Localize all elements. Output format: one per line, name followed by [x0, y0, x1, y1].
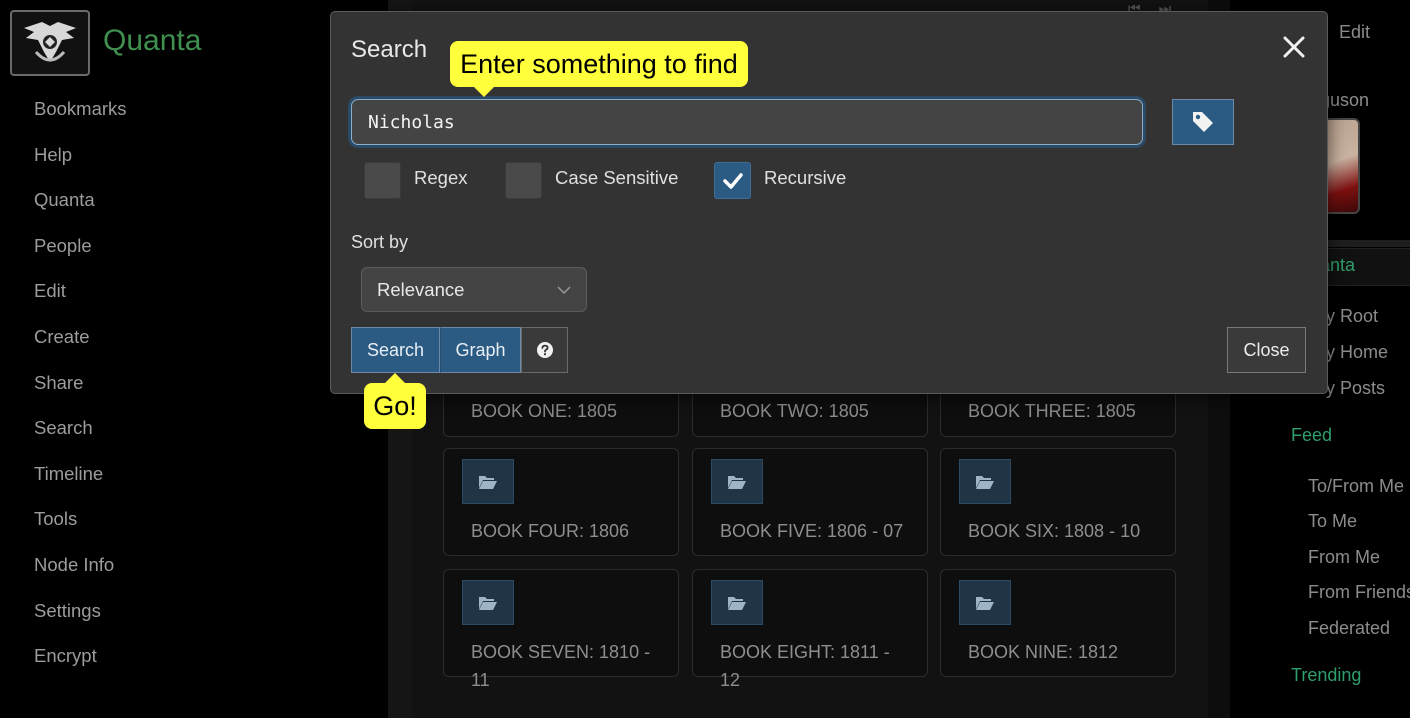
main-menu: Bookmarks Help Quanta People Edit Create Share… [34, 95, 127, 688]
folder-card[interactable]: BOOK EIGHT: 1811 - 12 [692, 569, 928, 690]
case-sensitive-label[interactable]: Case Sensitive [555, 167, 678, 189]
sort-by-select[interactable]: Relevance [361, 267, 587, 312]
folder-card-title: BOOK SEVEN: 1810 - 11 [471, 642, 651, 690]
recursive-checkbox[interactable] [714, 162, 751, 199]
tooltip-arrow [474, 87, 494, 97]
menu-item-create[interactable]: Create [34, 323, 127, 369]
menu-item-people[interactable]: People [34, 232, 127, 278]
folder-card[interactable]: BOOK FIVE: 1806 - 07 [692, 448, 928, 556]
menu-item-tools[interactable]: Tools [34, 505, 127, 551]
menu-item-bookmarks[interactable]: Bookmarks [34, 95, 127, 141]
menu-item-search[interactable]: Search [34, 414, 127, 460]
close-button[interactable]: Close [1227, 327, 1306, 373]
folder-card[interactable]: BOOK SIX: 1808 - 10 [940, 448, 1176, 556]
search-button[interactable]: Search [351, 327, 440, 373]
folder-card-title: BOOK FOUR: 1806 [471, 521, 630, 541]
chevron-down-icon [557, 285, 571, 294]
edit-profile-link[interactable]: Edit [1339, 22, 1370, 43]
find-tooltip-text: Enter something to find [460, 48, 738, 79]
open-folder-button[interactable] [462, 580, 514, 625]
open-folder-button[interactable] [959, 459, 1011, 504]
eagle-logo-icon [24, 22, 76, 62]
menu-item-share[interactable]: Share [34, 369, 127, 415]
folder-card-title: BOOK EIGHT: 1811 - 12 [720, 642, 890, 690]
folder-card[interactable]: BOOK SEVEN: 1810 - 11 [443, 569, 679, 690]
sort-by-label: Sort by [351, 232, 409, 252]
my-root-link[interactable]: y Root [1326, 306, 1378, 327]
my-posts-link[interactable]: y Posts [1326, 378, 1385, 399]
feed-federated-link[interactable]: Federated [1308, 618, 1390, 639]
search-actions: Search Graph [351, 327, 568, 373]
folder-card-title: BOOK TWO: 1805 [720, 401, 869, 421]
find-tooltip: Enter something to find [450, 41, 748, 97]
open-folder-button[interactable] [711, 459, 763, 504]
folder-card-title: BOOK FIVE: 1806 - 07 [720, 521, 904, 541]
question-circle-icon [536, 342, 553, 358]
go-tooltip: Go! [364, 373, 426, 429]
sort-by-value: Relevance [377, 278, 465, 300]
recursive-label[interactable]: Recursive [764, 167, 846, 189]
dialog-title: Search [351, 36, 428, 63]
close-icon[interactable] [1279, 32, 1309, 62]
open-folder-button[interactable] [711, 580, 763, 625]
feed-from-friends-link[interactable]: From Friends [1308, 582, 1410, 603]
folder-card-title: BOOK THREE: 1805 [968, 401, 1136, 421]
tooltip-arrow [385, 373, 405, 383]
menu-item-quanta[interactable]: Quanta [34, 186, 127, 232]
help-button[interactable] [521, 327, 568, 373]
menu-item-timeline[interactable]: Timeline [34, 460, 127, 506]
go-tooltip-text: Go! [373, 390, 417, 421]
folder-card[interactable]: BOOK FOUR: 1806 [443, 448, 679, 556]
checkmark-icon [722, 172, 743, 189]
feed-to-me-link[interactable]: To Me [1308, 511, 1357, 532]
menu-item-encrypt[interactable]: Encrypt [34, 642, 127, 688]
app-logo[interactable] [10, 10, 90, 76]
feed-heading[interactable]: Feed [1291, 425, 1332, 446]
folder-card[interactable]: BOOK NINE: 1812 [940, 569, 1176, 677]
feed-from-me-link[interactable]: From Me [1308, 547, 1380, 568]
menu-item-settings[interactable]: Settings [34, 597, 127, 643]
feed-to-from-me-link[interactable]: To/From Me [1308, 476, 1404, 497]
menu-item-node-info[interactable]: Node Info [34, 551, 127, 597]
search-input[interactable] [351, 99, 1143, 145]
my-home-link[interactable]: y Home [1326, 342, 1388, 363]
folder-card-title: BOOK ONE: 1805 [471, 401, 618, 421]
regex-checkbox[interactable] [364, 162, 401, 199]
open-folder-button[interactable] [959, 580, 1011, 625]
folder-card-title: BOOK SIX: 1808 - 10 [968, 521, 1141, 541]
folder-open-icon [976, 596, 994, 610]
menu-item-edit[interactable]: Edit [34, 277, 127, 323]
tag-icon [1193, 112, 1213, 132]
folder-open-icon [728, 475, 746, 489]
graph-button[interactable]: Graph [440, 327, 521, 373]
open-folder-button[interactable] [462, 459, 514, 504]
trending-heading[interactable]: Trending [1291, 665, 1361, 686]
app-title[interactable]: Quanta [103, 24, 201, 58]
case-sensitive-checkbox[interactable] [505, 162, 542, 199]
tag-search-button[interactable] [1172, 99, 1234, 145]
folder-open-icon [479, 475, 497, 489]
folder-open-icon [479, 596, 497, 610]
menu-item-help[interactable]: Help [34, 141, 127, 187]
folder-open-icon [728, 596, 746, 610]
regex-label[interactable]: Regex [414, 167, 467, 189]
folder-open-icon [976, 475, 994, 489]
folder-card-title: BOOK NINE: 1812 [968, 642, 1119, 662]
